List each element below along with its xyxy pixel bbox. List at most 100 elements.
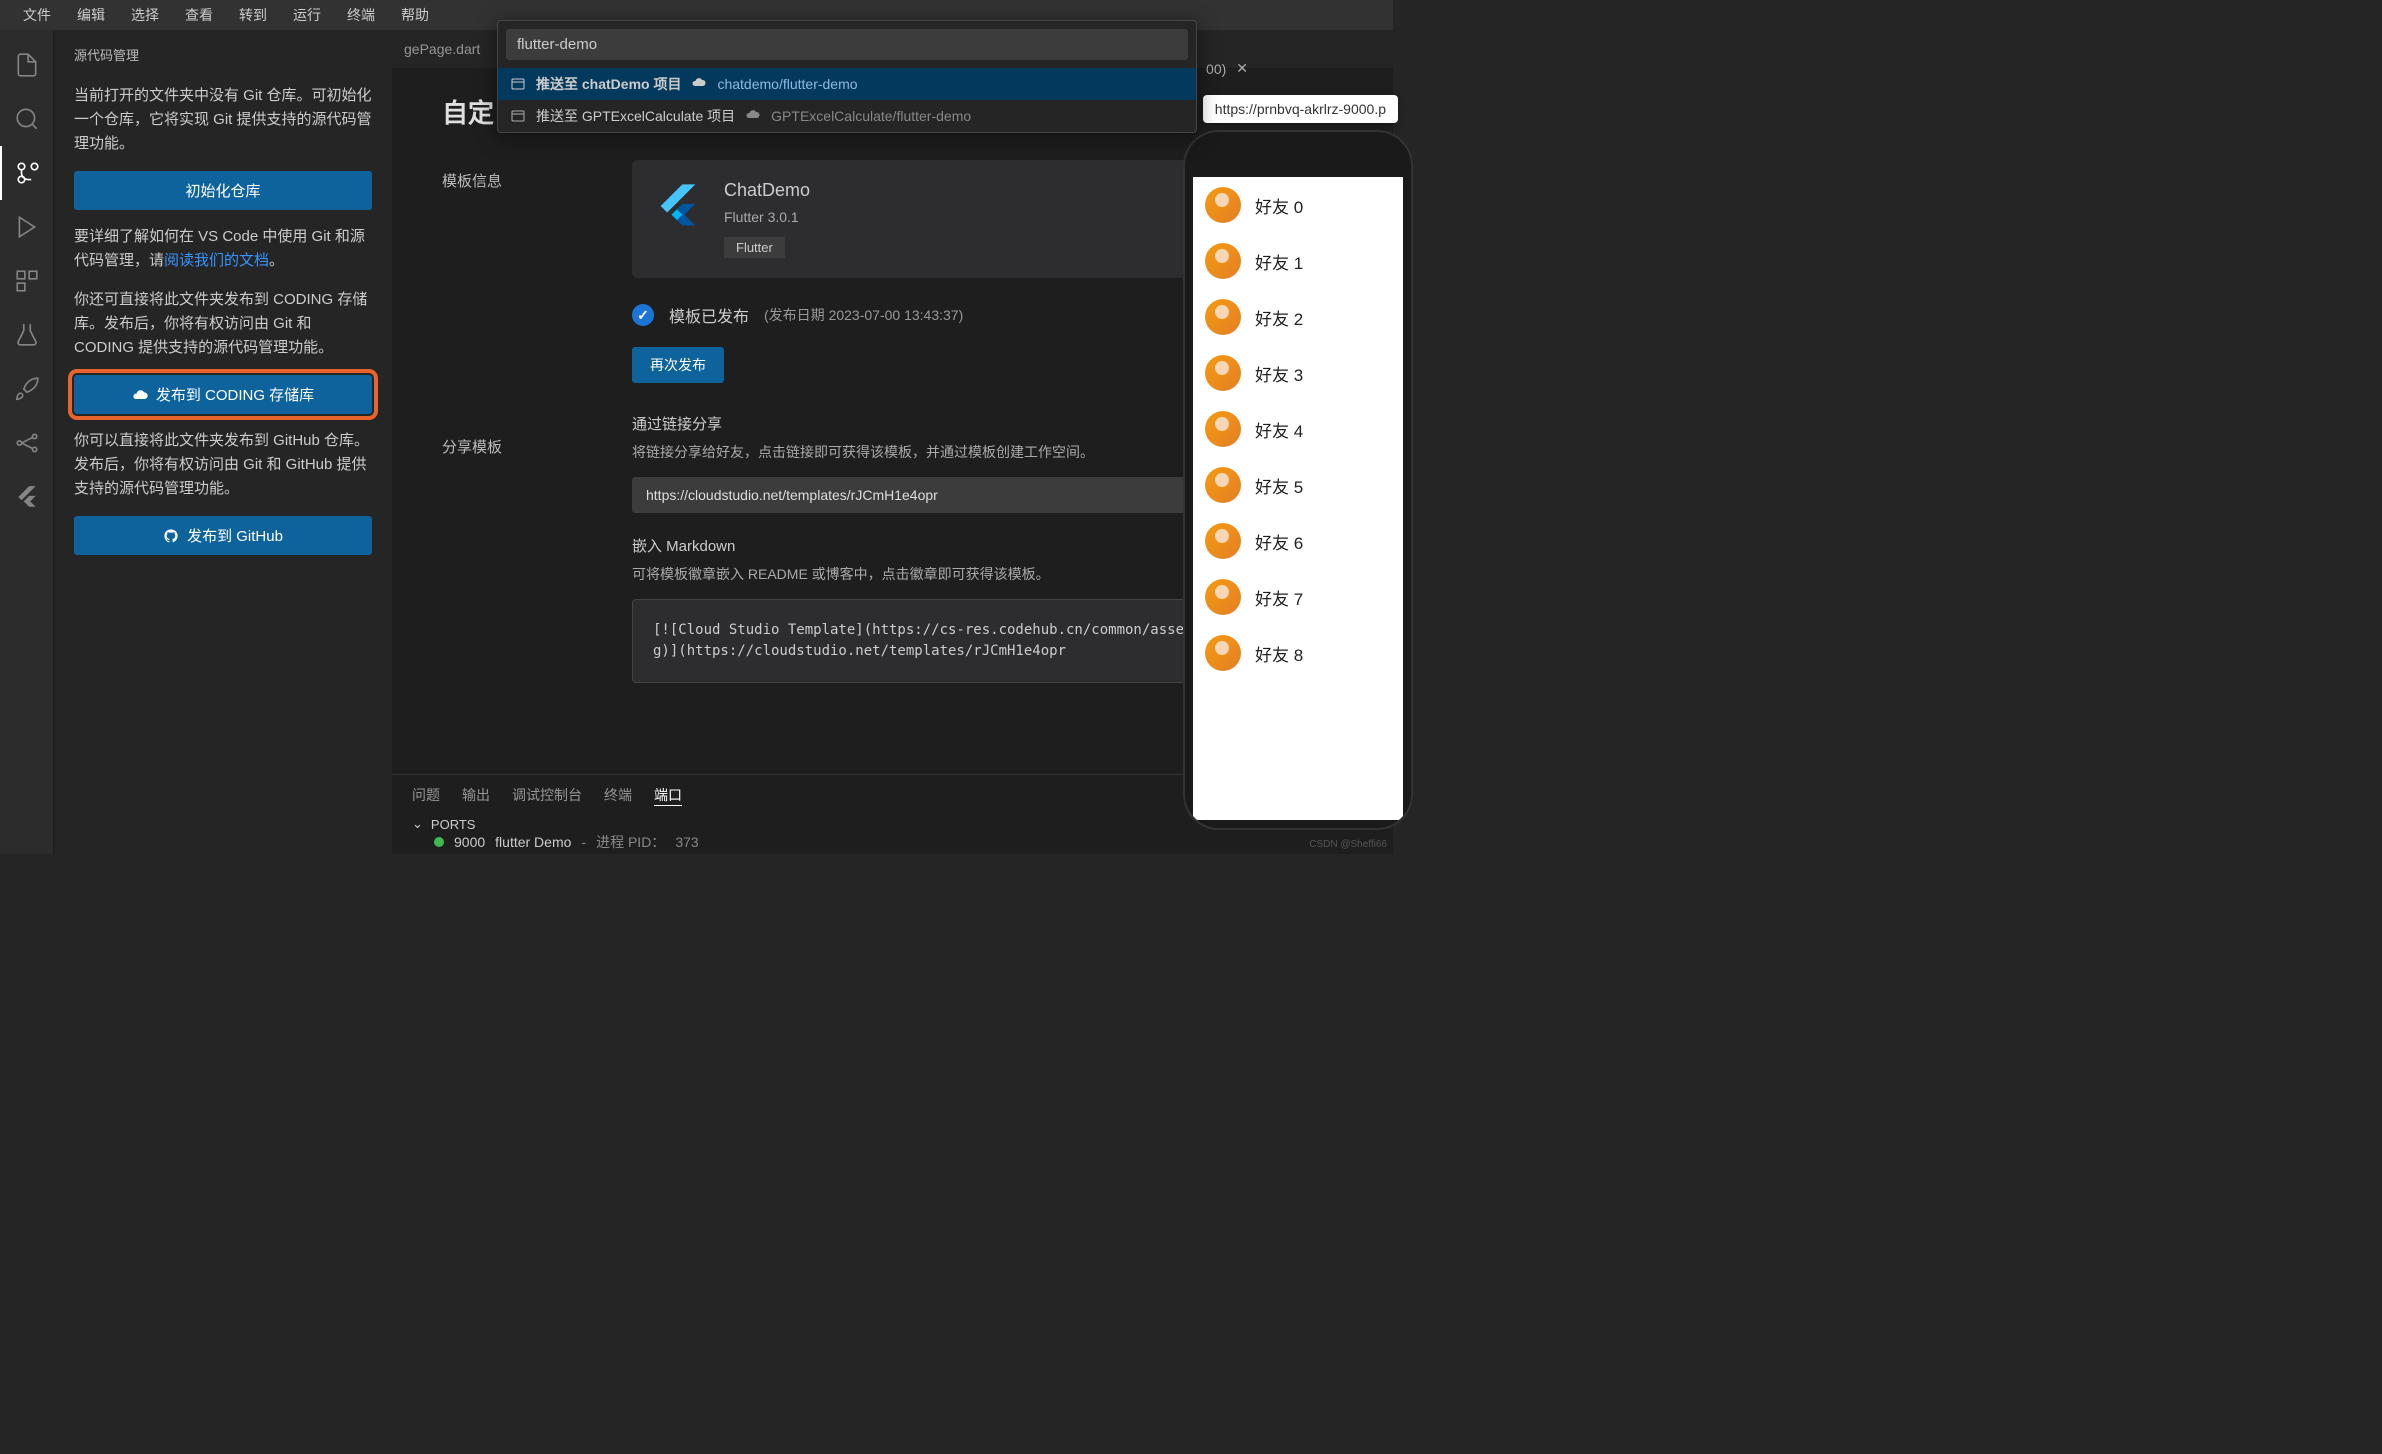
tab-right-text: 00) — [1206, 61, 1226, 77]
friend-row[interactable]: 好友 7 — [1193, 569, 1403, 625]
menu-terminal[interactable]: 终端 — [334, 5, 388, 25]
quickpick-overlay: 推送至 chatDemo 项目 chatdemo/flutter-demo 推送… — [497, 20, 1197, 133]
quickpick-item-chatdemo[interactable]: 推送至 chatDemo 项目 chatdemo/flutter-demo — [498, 68, 1196, 100]
menu-file[interactable]: 文件 — [10, 5, 64, 25]
sidebar-github-text: 你可以直接将此文件夹发布到 GitHub 仓库。发布后，你将有权访问由 Git … — [74, 429, 372, 501]
friend-name: 好友 4 — [1255, 417, 1303, 442]
panel-tab-terminal[interactable]: 终端 — [604, 785, 632, 806]
sidebar-title: 源代码管理 — [74, 45, 372, 64]
menu-edit[interactable]: 编辑 — [64, 5, 118, 25]
panel-tab-ports[interactable]: 端口 — [654, 785, 682, 806]
panel-tab-debug[interactable]: 调试控制台 — [512, 785, 582, 806]
panel-tab-problems[interactable]: 问题 — [412, 785, 440, 806]
republish-button[interactable]: 再次发布 — [632, 347, 724, 383]
close-icon[interactable]: ✕ — [1236, 60, 1248, 77]
avatar — [1205, 635, 1241, 671]
preview-url-bar[interactable]: https://prnbvq-akrlrz-9000.p — [1203, 95, 1398, 123]
friend-row[interactable]: 好友 4 — [1193, 401, 1403, 457]
avatar — [1205, 411, 1241, 447]
run-debug-icon[interactable] — [0, 200, 54, 254]
scm-sidebar: 源代码管理 当前打开的文件夹中没有 Git 仓库。可初始化一个仓库，它将实现 G… — [54, 30, 392, 854]
github-button-label: 发布到 GitHub — [187, 525, 283, 546]
source-control-icon[interactable] — [0, 146, 54, 200]
panel-tab-output[interactable]: 输出 — [462, 785, 490, 806]
template-info-label: 模板信息 — [442, 170, 562, 191]
graph-icon[interactable] — [0, 416, 54, 470]
friend-row[interactable]: 好友 1 — [1193, 233, 1403, 289]
phone-preview: 好友 0 好友 1 好友 2 好友 3 好友 4 好友 5 好友 6 好友 7 … — [1183, 130, 1413, 830]
friend-row[interactable]: 好友 0 — [1193, 177, 1403, 233]
repo-icon — [510, 108, 526, 124]
menu-go[interactable]: 转到 — [226, 5, 280, 25]
friend-name: 好友 3 — [1255, 361, 1303, 386]
template-name: ChatDemo — [724, 180, 810, 201]
avatar — [1205, 523, 1241, 559]
cloud-icon — [745, 108, 761, 124]
avatar — [1205, 579, 1241, 615]
avatar — [1205, 467, 1241, 503]
friend-row[interactable]: 好友 5 — [1193, 457, 1403, 513]
activity-bar — [0, 30, 54, 854]
tab-fragment[interactable]: gePage.dart — [404, 41, 480, 57]
friend-name: 好友 8 — [1255, 641, 1303, 666]
friend-row[interactable]: 好友 2 — [1193, 289, 1403, 345]
flutter-icon[interactable] — [0, 470, 54, 524]
friend-name: 好友 2 — [1255, 305, 1303, 330]
docs-suffix: 。 — [269, 252, 284, 269]
extensions-icon[interactable] — [0, 254, 54, 308]
cloud-icon — [132, 387, 148, 403]
friend-name: 好友 0 — [1255, 193, 1303, 218]
avatar — [1205, 243, 1241, 279]
port-name: flutter Demo — [495, 834, 571, 850]
quickpick-desc: GPTExcelCalculate/flutter-demo — [771, 108, 971, 124]
publish-coding-button[interactable]: 发布到 CODING 存储库 — [74, 375, 372, 414]
port-row[interactable]: 9000 flutter Demo - 进程 PID： 373 — [412, 832, 1373, 852]
quickpick-input[interactable] — [506, 29, 1188, 60]
flutter-logo-icon — [652, 180, 704, 232]
cloud-icon — [691, 76, 707, 92]
share-template-label: 分享模板 — [442, 436, 562, 457]
menu-run[interactable]: 运行 — [280, 5, 334, 25]
menu-selection[interactable]: 选择 — [118, 5, 172, 25]
friend-name: 好友 6 — [1255, 529, 1303, 554]
avatar — [1205, 355, 1241, 391]
template-tag: Flutter — [724, 237, 785, 258]
watermark: CSDN @Sheffi66 — [1309, 839, 1387, 850]
phone-screen: 好友 0 好友 1 好友 2 好友 3 好友 4 好友 5 好友 6 好友 7 … — [1193, 177, 1403, 820]
quickpick-desc: chatdemo/flutter-demo — [717, 76, 857, 92]
avatar — [1205, 187, 1241, 223]
template-version: Flutter 3.0.1 — [724, 209, 810, 225]
published-label: 模板已发布 — [669, 303, 749, 327]
ports-label: PORTS — [431, 817, 476, 832]
published-date: (发布日期 2023-07-00 13:43:37) — [764, 305, 963, 325]
port-status-dot-icon — [434, 837, 444, 847]
friend-row[interactable]: 好友 8 — [1193, 625, 1403, 681]
friend-row[interactable]: 好友 6 — [1193, 513, 1403, 569]
quickpick-label: 推送至 chatDemo 项目 — [536, 74, 681, 94]
friend-name: 好友 7 — [1255, 585, 1303, 610]
init-repo-button[interactable]: 初始化仓库 — [74, 171, 372, 210]
avatar — [1205, 299, 1241, 335]
sidebar-docs-text: 要详细了解如何在 VS Code 中使用 Git 和源代码管理，请阅读我们的文档… — [74, 225, 372, 273]
explorer-icon[interactable] — [0, 38, 54, 92]
test-icon[interactable] — [0, 308, 54, 362]
publish-github-button[interactable]: 发布到 GitHub — [74, 516, 372, 555]
search-icon[interactable] — [0, 92, 54, 146]
repo-icon — [510, 76, 526, 92]
port-pid-label: 进程 PID： — [596, 832, 665, 852]
menu-help[interactable]: 帮助 — [388, 5, 442, 25]
chevron-down-icon: ⌄ — [412, 816, 423, 832]
friend-name: 好友 1 — [1255, 249, 1303, 274]
port-number: 9000 — [454, 834, 485, 850]
quickpick-label: 推送至 GPTExcelCalculate 项目 — [536, 106, 735, 126]
friend-row[interactable]: 好友 3 — [1193, 345, 1403, 401]
menu-view[interactable]: 查看 — [172, 5, 226, 25]
rocket-icon[interactable] — [0, 362, 54, 416]
tab-right-fragment: 00) ✕ — [1206, 60, 1248, 77]
sidebar-coding-text: 你还可直接将此文件夹发布到 CODING 存储库。发布后，你将有权访问由 Git… — [74, 288, 372, 360]
docs-link[interactable]: 阅读我们的文档 — [164, 252, 269, 269]
quickpick-item-gptexcel[interactable]: 推送至 GPTExcelCalculate 项目 GPTExcelCalcula… — [498, 100, 1196, 132]
coding-button-label: 发布到 CODING 存储库 — [156, 384, 314, 405]
github-icon — [163, 528, 179, 544]
check-icon: ✓ — [632, 304, 654, 326]
